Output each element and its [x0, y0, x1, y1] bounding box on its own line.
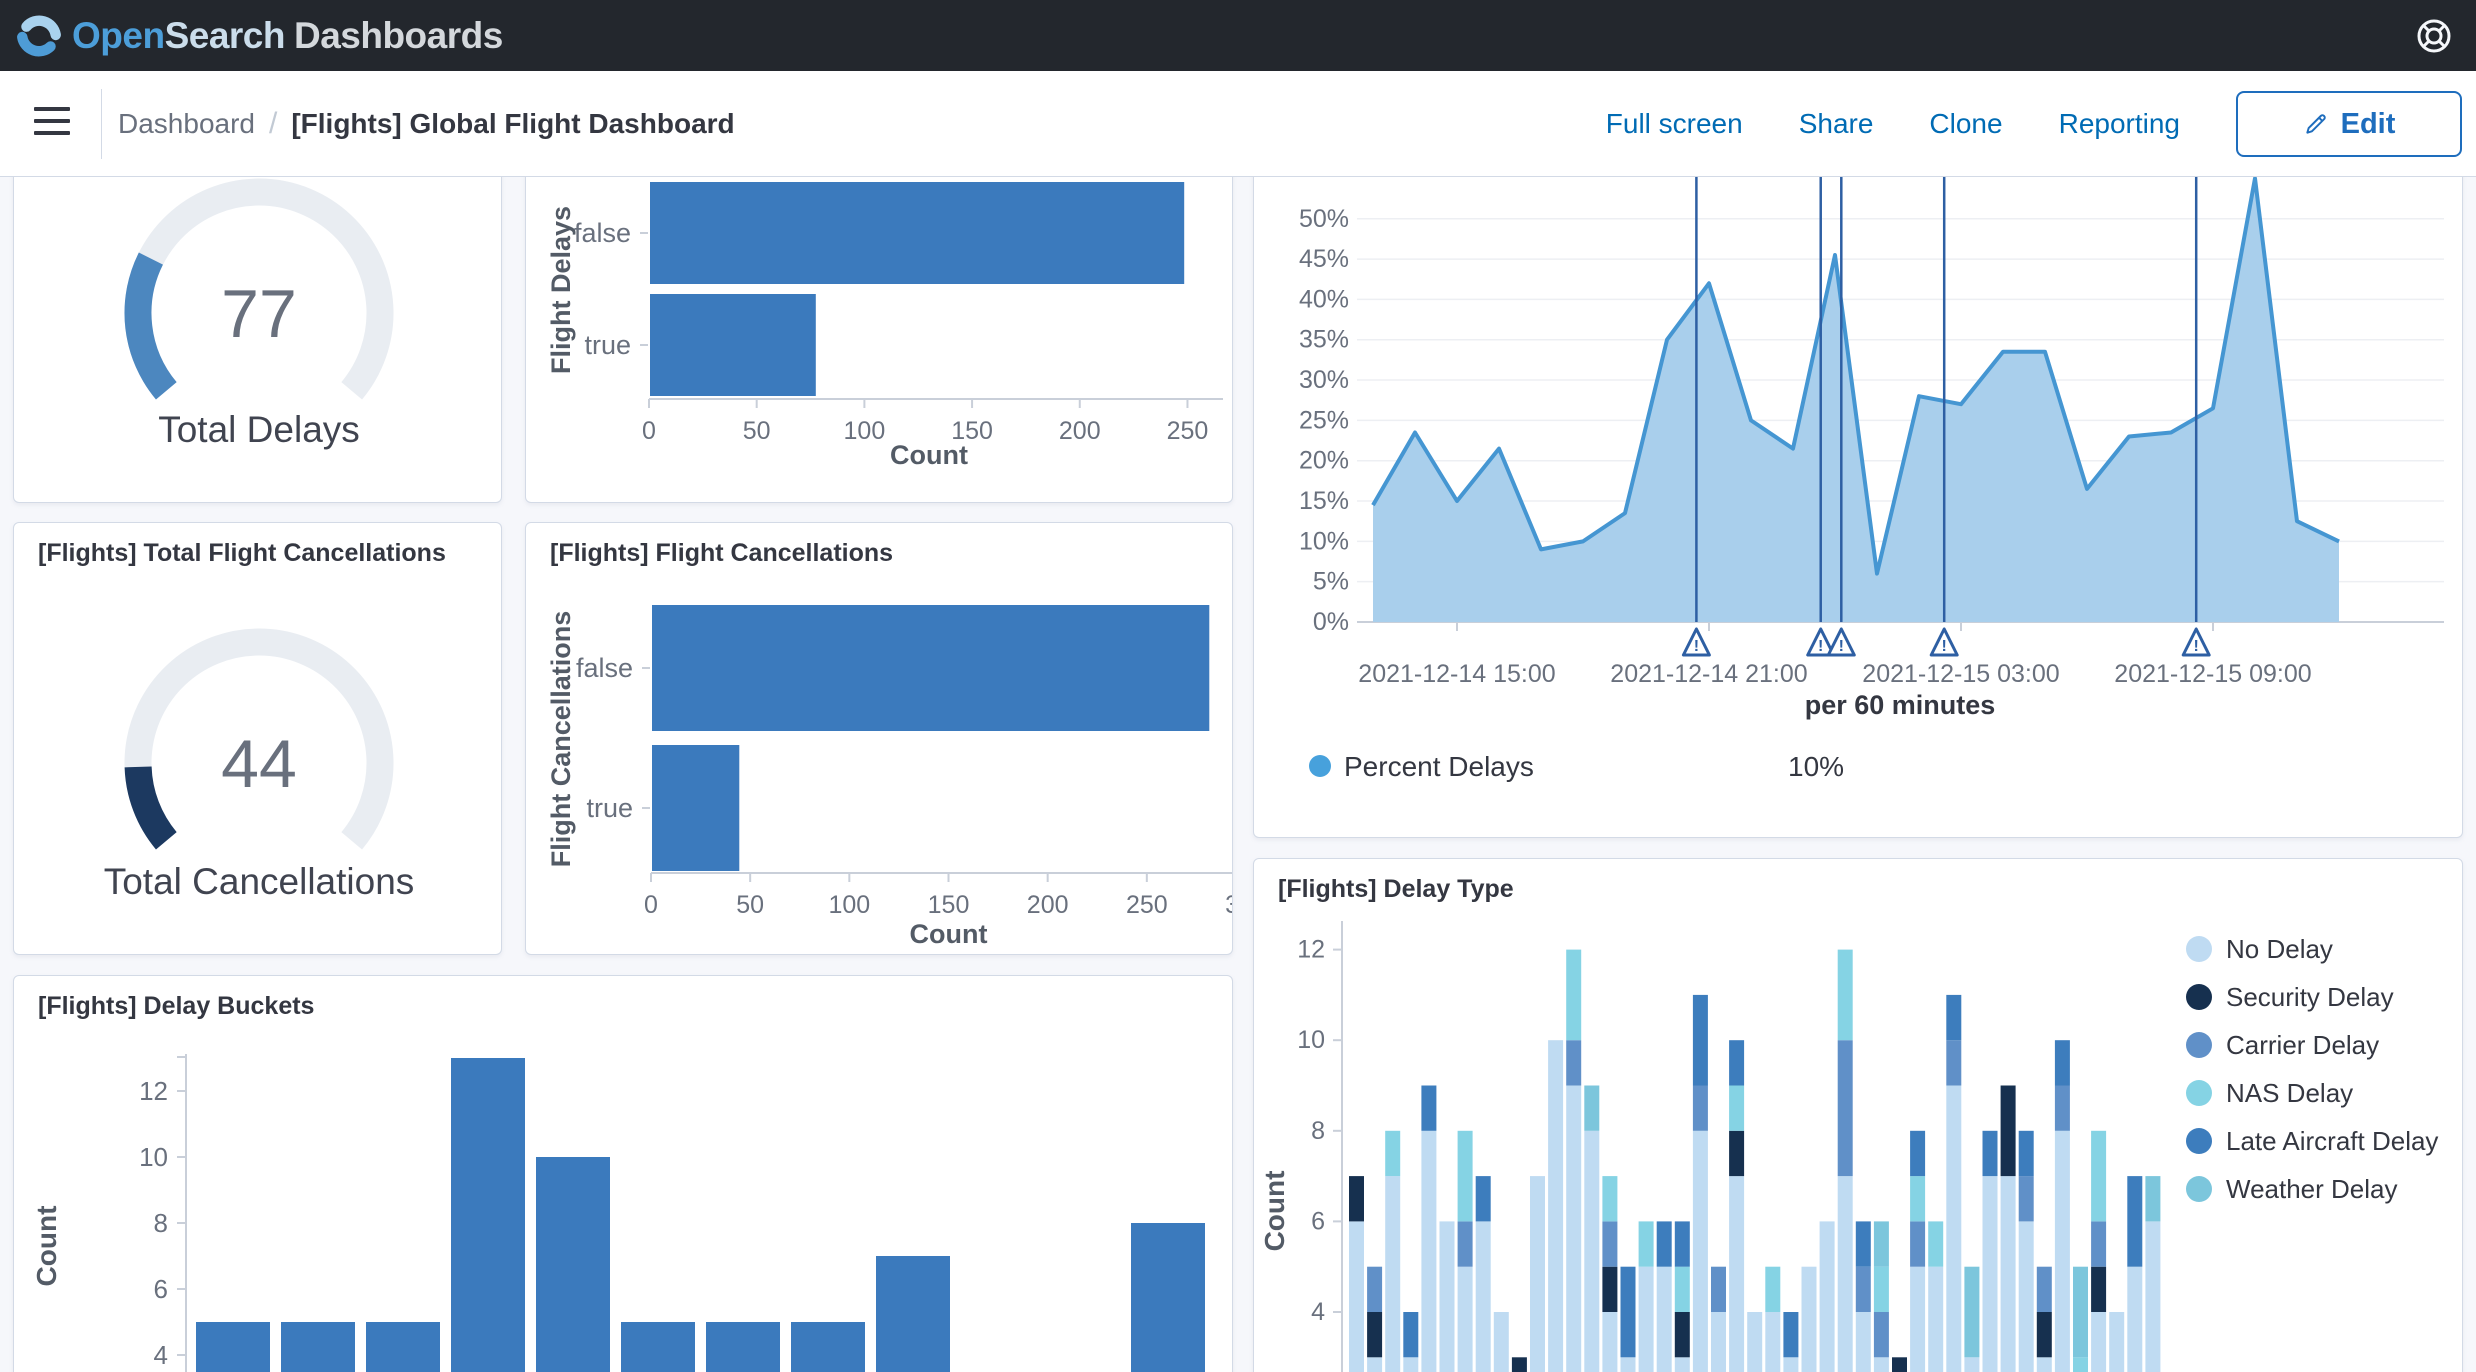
svg-text:20%: 20% — [1299, 447, 1349, 475]
top-nav: Dashboard / [Flights] Global Flight Dash… — [0, 71, 2476, 177]
nav-actions: Full screen Share Clone Reporting Edit — [1606, 71, 2476, 177]
svg-text:0%: 0% — [1313, 608, 1349, 636]
svg-text:Count: Count — [31, 1206, 62, 1287]
svg-text:8: 8 — [1311, 1117, 1325, 1145]
flight-cancellations-bar-chart[interactable]: 0 50 100 150 200 250 300 false true Count Flight C… — [526, 523, 1233, 955]
svg-text:25%: 25% — [1299, 406, 1349, 434]
svg-text:Carrier Delay: Carrier Delay — [2226, 1030, 2379, 1060]
help-icon[interactable] — [2414, 16, 2454, 56]
opensearch-logo-icon — [16, 13, 62, 59]
svg-text:Count: Count — [1259, 1171, 1290, 1252]
svg-text:44: 44 — [221, 726, 297, 802]
svg-text:Flight Delays: Flight Delays — [546, 206, 576, 374]
svg-text:Count: Count — [890, 440, 968, 470]
panel-total-delays: 77 Total Delays — [13, 177, 502, 503]
brand-wordmark: OpenSearchDashboards — [72, 15, 503, 57]
svg-text:10: 10 — [139, 1142, 168, 1172]
svg-text:200: 200 — [1059, 417, 1101, 445]
reporting-button[interactable]: Reporting — [2059, 108, 2180, 140]
svg-text:false: false — [576, 653, 633, 683]
panel-delays-timeline: 0% 5% 10% 15% 20% 25% 30% 35% 40% 45% 50%!!!!! 2021… — [1253, 177, 2463, 838]
clone-button[interactable]: Clone — [1929, 108, 2002, 140]
svg-text:No Delay: No Delay — [2226, 934, 2333, 964]
pencil-icon — [2303, 111, 2329, 137]
svg-text:8: 8 — [154, 1208, 168, 1238]
menu-icon[interactable] — [34, 107, 70, 139]
svg-text:2021-12-15 03:00: 2021-12-15 03:00 — [1862, 660, 2059, 688]
svg-text:4: 4 — [1311, 1298, 1325, 1326]
svg-text:50: 50 — [743, 417, 771, 445]
svg-text:!: ! — [1839, 638, 1844, 655]
svg-text:45%: 45% — [1299, 245, 1349, 273]
total-delays-gauge[interactable]: 77 Total Delays — [14, 177, 503, 509]
svg-text:30%: 30% — [1299, 366, 1349, 394]
panel-flight-delays: 050100150200250falsetrueCountFlight Dela… — [525, 177, 1233, 503]
page-title: [Flights] Global Flight Dashboard — [291, 108, 734, 140]
svg-text:Flight Cancellations: Flight Cancellations — [546, 611, 576, 868]
svg-text:!: ! — [1818, 638, 1823, 655]
svg-text:!: ! — [1942, 638, 1947, 655]
svg-text:12: 12 — [1297, 936, 1325, 964]
panel-delay-buckets: [Flights] Delay Buckets 1210864Count — [13, 975, 1233, 1372]
nav-divider — [101, 89, 102, 159]
svg-text:true: true — [586, 793, 633, 823]
svg-text:Count: Count — [910, 919, 988, 949]
svg-text:250: 250 — [1126, 891, 1168, 919]
share-button[interactable]: Share — [1799, 108, 1874, 140]
delay-type-stacked-bar-chart[interactable]: 4 6 8 10 12 No Delay Security Delay Carrier Del… — [1254, 859, 2464, 1372]
svg-text:10%: 10% — [1299, 527, 1349, 555]
svg-text:50: 50 — [736, 891, 764, 919]
svg-text:0: 0 — [644, 891, 658, 919]
breadcrumb: Dashboard / [Flights] Global Flight Dash… — [118, 107, 735, 141]
svg-text:4: 4 — [154, 1340, 168, 1370]
svg-text:15%: 15% — [1299, 487, 1349, 515]
svg-text:150: 150 — [928, 891, 970, 919]
panel-flight-cancellations: [Flights] Flight Cancellations 050100150… — [525, 522, 1233, 955]
svg-text:10: 10 — [1297, 1026, 1325, 1054]
svg-text:per 60 minutes: per 60 minutes — [1805, 690, 1996, 720]
svg-text:40%: 40% — [1299, 285, 1349, 313]
full-screen-button[interactable]: Full screen — [1606, 108, 1743, 140]
svg-text:5%: 5% — [1313, 568, 1349, 596]
breadcrumb-separator: / — [269, 107, 277, 141]
flight-delays-bar-chart[interactable]: 050100150200250falsetrueCountFlight Dela… — [526, 177, 1234, 509]
svg-text:77: 77 — [221, 276, 297, 352]
svg-text:2021-12-14 15:00: 2021-12-14 15:00 — [1358, 660, 1555, 688]
svg-text:10%: 10% — [1788, 751, 1844, 782]
svg-text:Total Delays: Total Delays — [158, 409, 360, 450]
panel-delay-type: [Flights] Delay Type 4681012No DelaySecu… — [1253, 858, 2463, 1372]
svg-text:6: 6 — [154, 1274, 168, 1304]
svg-text:2021-12-15 09:00: 2021-12-15 09:00 — [2114, 660, 2311, 688]
svg-text:12: 12 — [139, 1076, 168, 1106]
opensearch-logo[interactable]: OpenSearchDashboards — [0, 13, 503, 59]
svg-text:0: 0 — [642, 417, 656, 445]
svg-text:50%: 50% — [1299, 205, 1349, 233]
svg-text:!: ! — [2194, 638, 2199, 655]
svg-text:35%: 35% — [1299, 326, 1349, 354]
svg-text:Percent Delays: Percent Delays — [1344, 751, 1534, 782]
breadcrumb-dashboard-link[interactable]: Dashboard — [118, 108, 255, 140]
edit-button[interactable]: Edit — [2236, 91, 2462, 157]
svg-text:100: 100 — [844, 417, 886, 445]
app-header: OpenSearchDashboards — [0, 0, 2476, 71]
svg-text:6: 6 — [1311, 1207, 1325, 1235]
svg-text:2021-12-14 21:00: 2021-12-14 21:00 — [1610, 660, 1807, 688]
svg-text:Late Aircraft Delay: Late Aircraft Delay — [2226, 1126, 2438, 1156]
svg-text:250: 250 — [1167, 417, 1209, 445]
svg-text:100: 100 — [828, 891, 870, 919]
svg-text:300: 300 — [1225, 891, 1233, 919]
svg-text:Security Delay: Security Delay — [2226, 982, 2394, 1012]
panel-total-cancellations: [Flights] Total Flight Cancellations 44T… — [13, 522, 502, 955]
svg-text:Weather Delay: Weather Delay — [2226, 1174, 2398, 1204]
total-cancellations-gauge[interactable]: 44 Total Cancellations — [14, 523, 503, 961]
svg-text:true: true — [584, 330, 631, 360]
svg-text:NAS Delay: NAS Delay — [2226, 1078, 2353, 1108]
delay-buckets-bar-chart[interactable]: 12 10 8 6 4 Count — [14, 976, 1234, 1372]
svg-text:200: 200 — [1027, 891, 1069, 919]
svg-text:Total Cancellations: Total Cancellations — [104, 861, 415, 902]
percent-delays-area-chart[interactable]: 0% 5% 10% 15% 20% 25% 30% 35% 40% 45% 50%!!!!! 2021… — [1254, 177, 2464, 844]
svg-text:!: ! — [1694, 638, 1699, 655]
dashboard-grid: 77Total Delays 050100150200250falsetrueC… — [0, 177, 2476, 1372]
svg-text:false: false — [574, 218, 631, 248]
